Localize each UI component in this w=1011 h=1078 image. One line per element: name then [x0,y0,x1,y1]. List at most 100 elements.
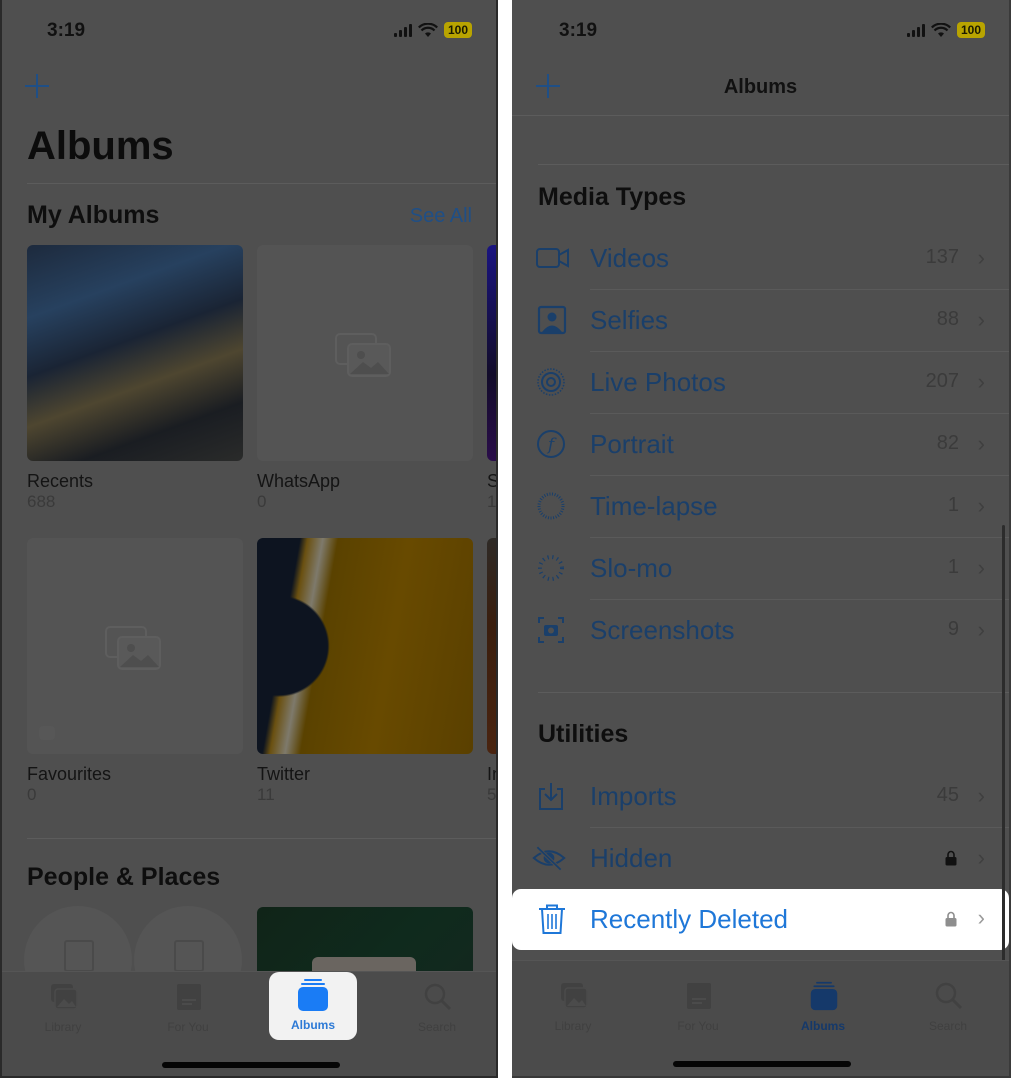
list-item-label: Screenshots [590,615,735,645]
list-item-count: 207 [925,370,959,392]
list-item-count: 82 [936,432,959,454]
album-thumb-favourites[interactable] [27,538,243,754]
selfie-icon [537,305,567,335]
album-name: Favourites [27,764,112,784]
list-item-slo-mo[interactable]: Slo-mo 1 › [512,538,1009,600]
cellular-signal-icon [393,23,412,37]
list-item-count: 88 [936,308,959,330]
portrait-icon: f [537,430,565,458]
see-all-link[interactable]: See All [410,205,472,228]
albums-icon [298,979,328,1011]
tab-label: Library [554,1019,592,1033]
add-album-button[interactable] [25,74,49,98]
list-item-live-photos[interactable]: Live Photos 207 › [512,352,1009,414]
library-icon [561,983,588,1009]
album-thumb-twitter[interactable] [257,538,473,754]
album-thumb-partial[interactable] [487,245,496,461]
album-name: In [487,764,496,784]
cellular-signal-icon [906,23,925,37]
tab-for-you[interactable]: For You [133,972,243,1052]
list-item-label: Portrait [590,429,674,459]
chevron-right-icon: › [977,493,985,518]
album-name: WhatsApp [257,471,341,491]
tab-label: For You [167,1020,209,1034]
status-time: 3:19 [559,20,598,41]
albums-icon [810,981,838,1011]
chevron-right-icon: › [977,845,985,870]
nav-title: Albums [723,76,798,98]
divider [538,164,1009,165]
chevron-right-icon: › [977,245,985,270]
album-name: Twitter [257,764,311,784]
nav-divider [512,115,1009,116]
status-icons: 100 [393,22,472,38]
list-item-videos[interactable]: Videos 137 › [512,228,1009,290]
video-icon [536,248,569,268]
album-count: 688 [27,492,56,511]
tab-label: Albums [290,1018,335,1032]
tab-bar: Library For You Albums Search [512,960,1009,1070]
home-indicator [162,1062,340,1068]
list-item-screenshots[interactable]: Screenshots 9 › [512,600,1009,662]
screenshot-icon [538,617,564,643]
tab-label: Library [44,1020,82,1034]
list-item-recently-deleted-highlighted[interactable]: Recently Deleted › [512,889,1009,950]
divider [27,183,496,184]
wifi-icon [417,22,438,37]
list-item-label: Live Photos [590,367,726,397]
tab-search[interactable]: Search [893,961,1003,1041]
tab-albums-highlighted[interactable]: Albums [269,972,357,1040]
utilities-heading: Utilities [538,720,629,748]
photo-placeholder-icon [335,333,391,377]
status-icons: 100 [906,22,985,38]
list-item-count: 137 [925,246,959,268]
tab-library[interactable]: Library [8,972,118,1052]
phone-screen-right: 3:19 100 Albums Media Types Videos 137 ›… [512,0,1011,1078]
album-name: S [487,471,498,491]
album-thumb-whatsapp[interactable] [257,245,473,461]
lock-icon [945,911,957,927]
list-item-count: 9 [947,618,959,640]
tab-search[interactable]: Search [382,972,492,1052]
album-count: 5 [487,785,497,804]
page-title: Albums [27,124,174,168]
list-item-selfies[interactable]: Selfies 88 › [512,290,1009,352]
divider [27,838,496,839]
heart-icon [39,726,55,740]
list-item-label: Imports [590,781,677,811]
list-item-label: Videos [590,243,670,273]
import-icon [539,783,563,810]
album-thumb-recents[interactable] [27,245,243,461]
list-item-label: Recently Deleted [590,904,788,934]
list-item-portrait[interactable]: f Portrait 82 › [512,414,1009,476]
chevron-right-icon: › [977,783,985,808]
hidden-eye-icon [532,845,566,871]
status-time: 3:19 [47,20,86,41]
list-item-imports[interactable]: Imports 45 › [512,766,1009,828]
people-places-heading: People & Places [27,863,221,891]
photo-placeholder-icon [105,626,161,670]
tab-library[interactable]: Library [518,961,628,1041]
time-lapse-icon [537,492,565,520]
status-bar: 3:19 100 [512,18,1009,46]
chevron-right-icon: › [977,905,985,930]
my-albums-heading: My Albums [27,201,160,229]
album-thumb-partial[interactable] [487,538,496,754]
svg-text:f: f [546,435,557,455]
divider [538,692,1009,693]
tab-for-you[interactable]: For You [643,961,753,1041]
battery-indicator: 100 [443,22,472,38]
list-item-label: Time-lapse [590,491,718,521]
list-item-time-lapse[interactable]: Time-lapse 1 › [512,476,1009,538]
wifi-icon [930,22,951,37]
person-placeholder-icon [174,940,204,972]
chevron-right-icon: › [977,555,985,580]
album-name: Recents [27,471,94,491]
library-icon [51,984,78,1010]
tab-albums[interactable]: Albums [768,961,878,1041]
home-indicator [673,1061,851,1067]
phone-screen-left: 3:19 100 Albums My Albums See All Recent… [0,0,498,1078]
list-item-hidden[interactable]: Hidden › [512,828,1009,890]
scrollbar[interactable] [1002,525,1005,965]
list-item-label: Selfies [590,305,669,335]
